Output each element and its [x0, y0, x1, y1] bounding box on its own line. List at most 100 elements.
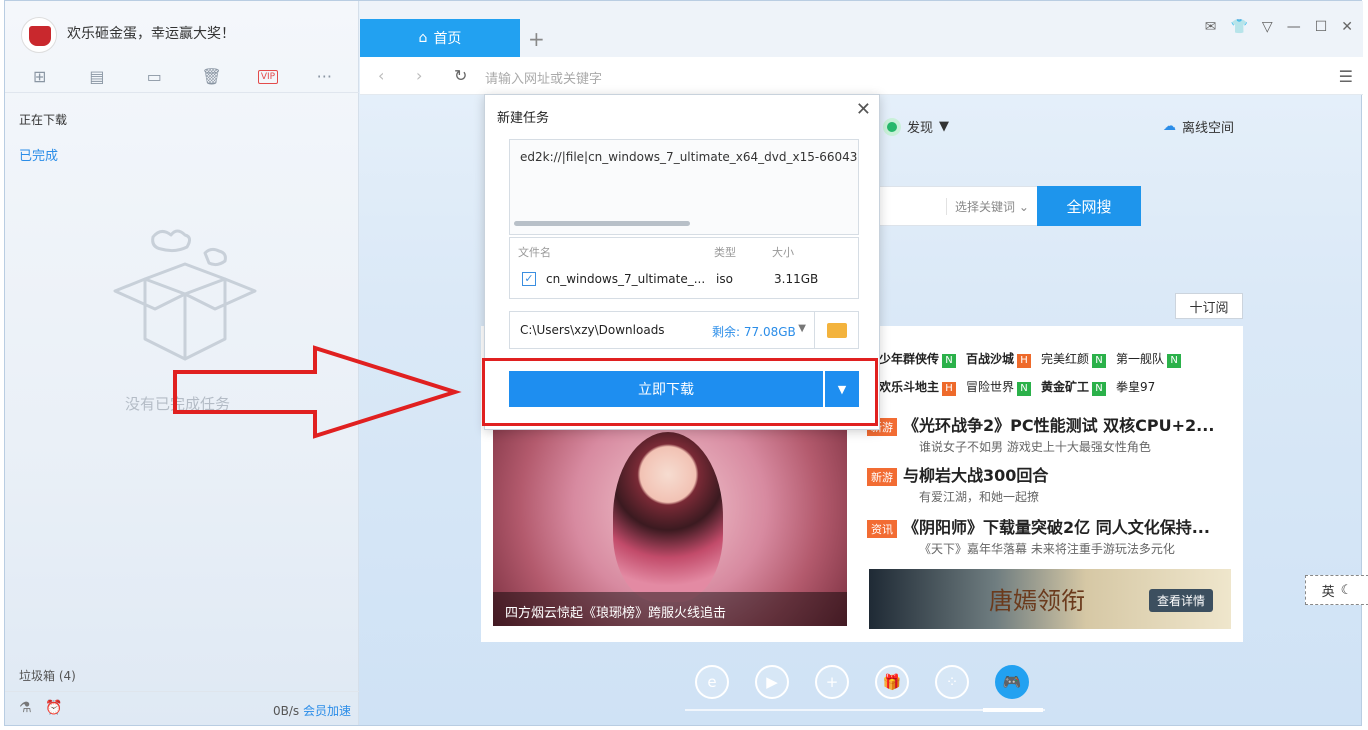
dialog-title: 新建任务 [497, 111, 550, 126]
discover-icon [883, 117, 901, 136]
banner-title: 唐嫣领衔 [989, 587, 1085, 615]
url-textarea[interactable]: ed2k://|file|cn_windows_7_ultimate_x64_d… [509, 139, 859, 235]
game-caption[interactable]: 四方烟云惊起《琅琊榜》跨服火线追击 [493, 592, 847, 626]
flask-icon[interactable]: ⚗ [19, 700, 32, 716]
folder-icon [826, 322, 847, 338]
offline-space-link[interactable]: ☁ 离线空间 [1163, 117, 1234, 136]
caret-down-icon[interactable]: ▼ [798, 323, 806, 334]
news-subtitle[interactable]: 谁说女子不如男 游戏史上十大最强女性角色 [919, 438, 1214, 455]
browser-icon[interactable]: e [695, 665, 729, 699]
maximize-icon[interactable]: ☐ [1315, 19, 1328, 35]
file-type: iso [716, 272, 733, 286]
moon-icon: ☾ [1340, 582, 1353, 598]
tab-bar: ⌂ 首页 + ✉ 👕 ▽ — ☐ ✕ [360, 1, 1363, 57]
file-table: 文件名 类型 大小 ✓ cn_windows_7_ultimate_... is… [509, 237, 859, 299]
new-task-icon[interactable]: ⊞ [29, 66, 51, 88]
minimize-icon[interactable]: — [1287, 19, 1301, 35]
xunlei-logo[interactable] [21, 17, 57, 53]
news-title[interactable]: 《阴阳师》下载量突破2亿 同人文化保持... [903, 518, 1210, 537]
dock-active-indicator [983, 708, 1043, 712]
news-title[interactable]: 《光环战争2》PC性能测试 双核CPU+2... [903, 416, 1214, 435]
gift-icon[interactable]: 🎁 [875, 665, 909, 699]
add-plugin-icon[interactable]: + [815, 665, 849, 699]
news-item[interactable]: 资讯 《阴阳师》下载量突破2亿 同人文化保持... 《天下》嘉年华落幕 未来将注重… [867, 514, 1210, 557]
dialog-close-icon[interactable]: ✕ [856, 99, 871, 120]
browse-folder-button[interactable] [815, 311, 859, 349]
hot-game-link[interactable]: 第一舰队 N [1116, 350, 1182, 368]
home-icon: ⌂ [418, 30, 428, 46]
promo-text[interactable]: 欢乐砸金蛋，幸运赢大奖！ [67, 23, 235, 43]
gamepad-icon[interactable]: 🎮 [995, 665, 1029, 699]
news-item[interactable]: 新游 《光环战争2》PC性能测试 双核CPU+2... 谁说女子不如男 游戏史上十… [867, 412, 1214, 455]
bottom-dock: e ▶ + 🎁 ⁘ 🎮 [695, 665, 1029, 699]
tab-home[interactable]: ⌂ 首页 [360, 19, 520, 57]
file-size: 3.11GB [774, 272, 819, 286]
free-space: 剩余: 77.08GB [712, 325, 796, 339]
nav-completed[interactable]: 已完成 [19, 145, 58, 164]
game-promo-image[interactable]: 四方烟云惊起《琅琊榜》跨服火线追击 [493, 426, 847, 626]
forward-icon[interactable]: › [416, 66, 422, 85]
cloud-icon: ☁ [1163, 119, 1176, 134]
hot-game-link[interactable]: 少年群侠传 N [879, 350, 957, 368]
hot-game-link[interactable]: 冒险世界 N [966, 378, 1032, 396]
back-icon[interactable]: ‹ [378, 66, 384, 85]
news-item[interactable]: 新游 与柳岩大战300回合 有爱江湖，和她一起撩 [867, 462, 1048, 505]
document-icon[interactable]: ▤ [86, 66, 108, 88]
close-icon[interactable]: ✕ [1341, 19, 1353, 35]
apps-icon[interactable]: ⁘ [935, 665, 969, 699]
hot-games-row2: 欢乐斗地主 H 冒险世界 N 黄金矿工 N 拳皇97 [879, 378, 1155, 396]
col-filename: 文件名 [518, 246, 551, 259]
news-subtitle[interactable]: 《天下》嘉年华落幕 未来将注重手游玩法多元化 [919, 540, 1210, 557]
subscribe-button[interactable]: 十订阅 [1175, 293, 1243, 319]
file-name: cn_windows_7_ultimate_... [546, 272, 706, 286]
banner-details-button[interactable]: 查看详情 [1148, 589, 1213, 612]
keyword-select[interactable]: 选择关键词 ⌄ [946, 198, 1029, 215]
nav-downloading[interactable]: 正在下载 [19, 111, 67, 128]
discover-label: 发现 [907, 121, 934, 136]
alarm-icon[interactable]: ⏰ [45, 700, 62, 716]
ime-indicator[interactable]: 英 ☾ [1305, 575, 1368, 605]
trash-icon[interactable]: 🗑 [201, 66, 223, 88]
address-input[interactable]: 请输入网址或关键字 [485, 68, 602, 87]
speed-value: 0B/s [272, 704, 300, 718]
horizontal-scrollbar[interactable] [514, 221, 690, 226]
mail-icon[interactable]: ✉ [1205, 19, 1217, 35]
add-tab-button[interactable]: + [528, 27, 545, 51]
member-accel-link[interactable]: 会员加速 [303, 704, 351, 718]
hot-games-row1: 少年群侠传 N 百战沙城 H 完美红颜 N 第一舰队 N [879, 350, 1182, 368]
game-banner[interactable]: 唐嫣领衔 查看详情 [869, 569, 1231, 629]
dropdown-icon[interactable]: ▽ [1262, 19, 1273, 35]
play-icon[interactable]: ▶ [755, 665, 789, 699]
news-label: 新游 [867, 468, 897, 486]
menu-icon[interactable]: ☰ [1339, 67, 1353, 86]
hot-game-link[interactable]: 欢乐斗地主 H [879, 378, 957, 396]
caret-down-icon: ▼ [939, 119, 950, 134]
news-subtitle[interactable]: 有爱江湖，和她一起撩 [919, 488, 1048, 505]
hot-game-link[interactable]: 完美红颜 N [1041, 350, 1107, 368]
sidebar-toolbar: ⊞ ▤ ▭ 🗑 VIP ··· [5, 61, 359, 93]
sidebar-footer: ⚗ ⏰ 0B/s 会员加速 [5, 691, 359, 725]
file-checkbox[interactable]: ✓ [522, 272, 536, 286]
annotation-arrow [173, 345, 462, 439]
col-size: 大小 [772, 246, 794, 259]
save-path-select[interactable]: C:\Users\xzy\Downloads 剩余: 77.08GB ▼ [509, 311, 815, 349]
address-bar: ‹ › ↻ 请输入网址或关键字 ☰ [360, 57, 1363, 95]
discover-menu[interactable]: 发现 ▼ [883, 117, 949, 136]
refresh-icon[interactable]: ↻ [454, 66, 467, 85]
folder-icon[interactable]: ▭ [143, 66, 165, 88]
news-title[interactable]: 与柳岩大战300回合 [903, 466, 1048, 485]
hot-game-link[interactable]: 百战沙城 H [966, 350, 1032, 368]
skin-icon[interactable]: 👕 [1230, 19, 1247, 35]
trash-folder[interactable]: 垃圾箱 (4) [19, 667, 76, 684]
hot-game-link[interactable]: 黄金矿工 N [1041, 378, 1107, 396]
hot-game-link[interactable]: 拳皇97 [1116, 378, 1155, 396]
highlight-box [482, 358, 878, 426]
tab-home-label: 首页 [433, 31, 462, 47]
search-button[interactable]: 全网搜 [1037, 186, 1141, 226]
url-text[interactable]: ed2k://|file|cn_windows_7_ultimate_x64_d… [520, 150, 858, 164]
col-type: 类型 [714, 246, 736, 259]
character-illustration [613, 432, 723, 602]
more-icon[interactable]: ··· [313, 66, 335, 88]
vip-icon[interactable]: VIP [257, 69, 278, 84]
save-path: C:\Users\xzy\Downloads [520, 323, 665, 337]
